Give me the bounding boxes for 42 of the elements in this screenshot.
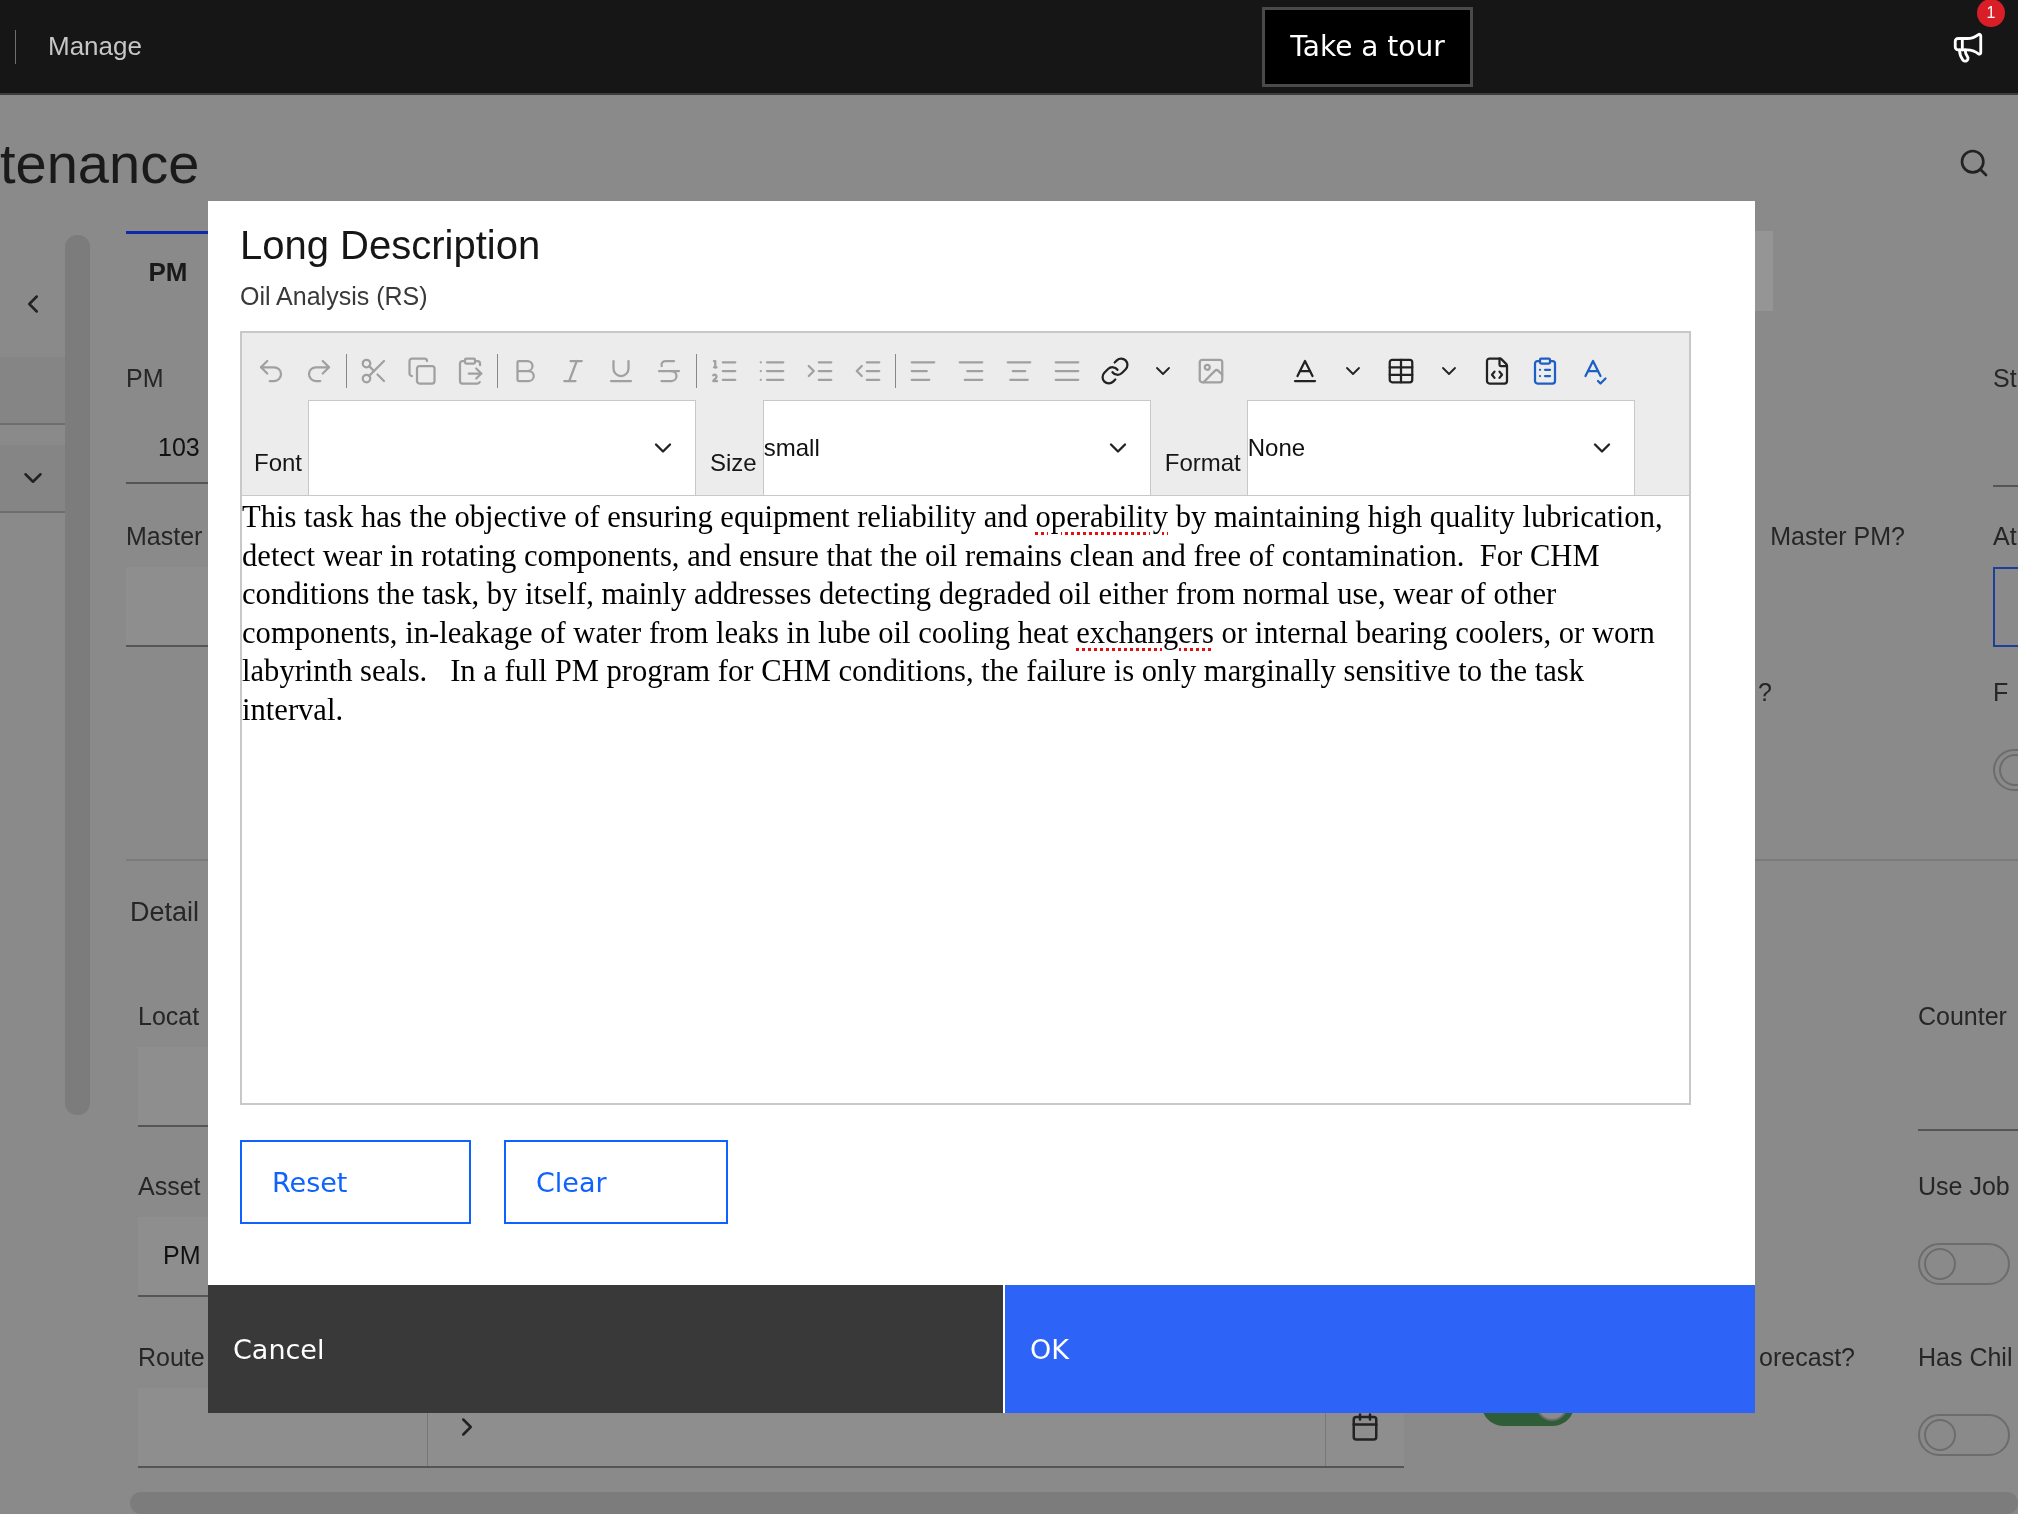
select-label: Font: [254, 449, 303, 477]
select-field[interactable]: None: [1246, 400, 1635, 496]
select-field[interactable]: [308, 400, 697, 496]
dialog-title: Long Description: [240, 223, 542, 268]
field-label: ?: [1758, 677, 1772, 709]
field-label: Locat: [138, 1000, 200, 1032]
ok-button[interactable]: OK: [1005, 1285, 1755, 1413]
description-text[interactable]: This task has the objective of ensuring equipment reliability and operability by maintaining high quality lubrication, detect wear in rotating components, and ensure that the oil remains clean and free of contamination. For CHM conditions the task, by itself, mainly addresses detecting degraded oil either from normal use, wear of other components, in-leakage of water from leaks in lube oil cooling heat exchangers or internal bearing coolers, or worn labyrinth seals. In a full PM program for CHM conditions, the failure is only marginally sensitive to the task interval.: [242, 496, 1689, 1103]
field-label: Master PM?: [1770, 520, 1905, 552]
field-label: Route: [138, 1342, 205, 1374]
field-label: Master: [126, 520, 203, 552]
field-label: At: [1993, 520, 2017, 552]
toggle-switch[interactable]: [1918, 1414, 2010, 1457]
field-label: Asset: [138, 1170, 201, 1202]
select-label: Format: [1164, 449, 1241, 477]
field-label: F: [1993, 677, 2009, 709]
tab[interactable]: PM: [126, 231, 210, 311]
select-label: Size: [710, 449, 757, 477]
field-label: PM: [126, 362, 164, 394]
nav-dropdown[interactable]: [0, 445, 65, 513]
field-label: Counter: [1918, 1000, 2007, 1032]
calendar-icon[interactable]: [1350, 1412, 1380, 1443]
field-value: PM: [162, 1241, 201, 1271]
field-label: St: [1993, 362, 2017, 394]
page-title: tenance: [0, 130, 200, 196]
notification-badge: 1: [1977, 0, 2005, 27]
section-heading: Detail: [130, 896, 200, 929]
toggle-switch[interactable]: [1918, 1242, 2010, 1285]
field-label: Has Chil: [1918, 1342, 2013, 1374]
field-label: Use Job: [1918, 1170, 2010, 1202]
app-name: Manage: [48, 31, 143, 62]
cancel-button[interactable]: Cancel: [208, 1285, 1003, 1413]
clear-button[interactable]: Clear: [504, 1140, 728, 1224]
scrollbar[interactable]: [65, 235, 90, 1115]
field-label: orecast?: [1759, 1342, 1855, 1374]
field-value: 103: [157, 432, 200, 463]
reset-button[interactable]: Reset: [240, 1140, 471, 1224]
nav-item[interactable]: [0, 357, 65, 425]
select-field[interactable]: small: [762, 400, 1151, 496]
tour-button[interactable]: Take a tour: [1262, 6, 1473, 87]
dialog-subtitle: Oil Analysis (RS): [240, 282, 429, 311]
search-icon[interactable]: [1958, 147, 1990, 179]
